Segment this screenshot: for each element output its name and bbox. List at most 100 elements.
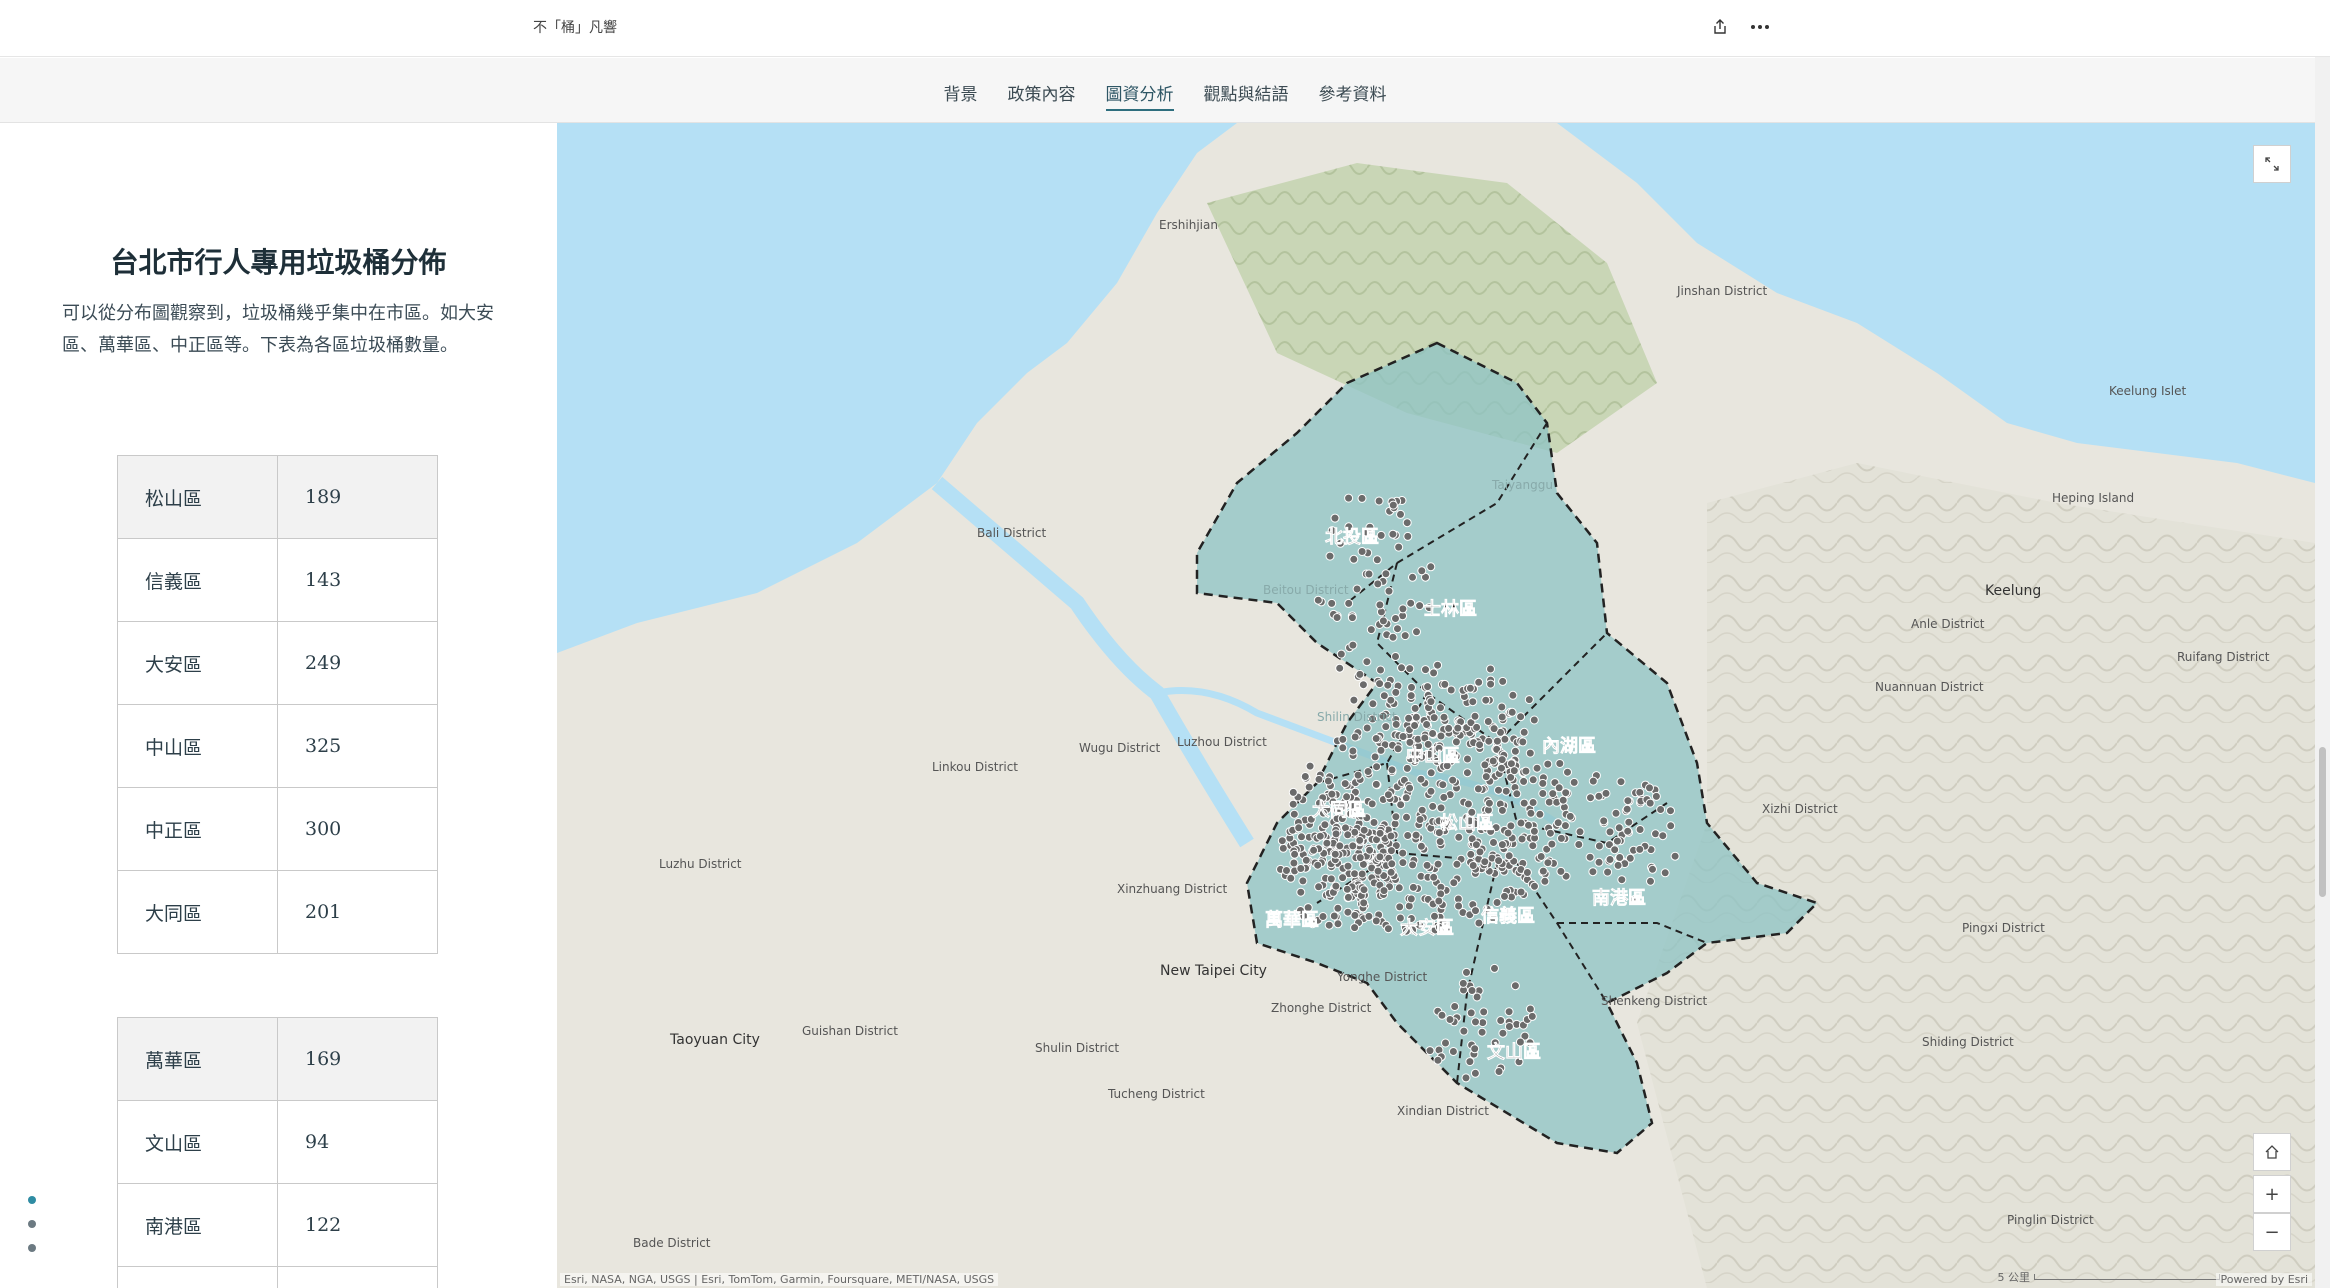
trash-bin-point[interactable] (1509, 766, 1519, 776)
trash-bin-point[interactable] (1357, 493, 1367, 503)
trash-bin-point[interactable] (1656, 805, 1666, 814)
trash-bin-point[interactable] (1405, 664, 1415, 674)
trash-bin-point[interactable] (1575, 827, 1585, 837)
trash-bin-point[interactable] (1536, 852, 1546, 861)
trash-bin-point[interactable] (1528, 841, 1538, 851)
trash-bin-point[interactable] (1543, 858, 1553, 868)
trash-bin-point[interactable] (1436, 731, 1446, 741)
trash-bin-point[interactable] (1278, 843, 1288, 853)
trash-bin-point[interactable] (1481, 772, 1491, 782)
trash-bin-point[interactable] (1527, 1011, 1537, 1021)
trash-bin-point[interactable] (1512, 789, 1522, 799)
trash-bin-point[interactable] (1429, 668, 1439, 678)
trash-bin-point[interactable] (1530, 881, 1539, 891)
trash-bin-point[interactable] (1497, 712, 1507, 722)
trash-bin-point[interactable] (1325, 551, 1335, 561)
trash-bin-point[interactable] (1535, 809, 1545, 819)
trash-bin-point[interactable] (1614, 823, 1624, 833)
trash-bin-point[interactable] (1349, 554, 1359, 564)
trash-bin-point[interactable] (1421, 665, 1430, 675)
trash-bin-point[interactable] (1408, 860, 1418, 870)
trash-bin-point[interactable] (1378, 616, 1388, 626)
trash-bin-point[interactable] (1545, 828, 1555, 838)
trash-bin-point[interactable] (1381, 569, 1391, 579)
trash-bin-point[interactable] (1497, 755, 1507, 765)
trash-bin-point[interactable] (1395, 902, 1405, 912)
trash-bin-point[interactable] (1433, 859, 1443, 869)
trash-bin-point[interactable] (1391, 687, 1401, 697)
trash-bin-point[interactable] (1393, 624, 1402, 634)
trash-bin-point[interactable] (1333, 903, 1343, 913)
trash-bin-point[interactable] (1436, 703, 1445, 713)
trash-bin-point[interactable] (1340, 779, 1350, 789)
trash-bin-point[interactable] (1446, 685, 1456, 695)
trash-bin-point[interactable] (1358, 680, 1368, 690)
trash-bin-point[interactable] (1528, 798, 1538, 807)
trash-bin-point[interactable] (1660, 868, 1670, 878)
trash-bin-point[interactable] (1666, 806, 1675, 816)
trash-bin-point[interactable] (1477, 1027, 1487, 1037)
trash-bin-point[interactable] (1429, 713, 1439, 723)
trash-bin-point[interactable] (1300, 772, 1310, 781)
trash-bin-point[interactable] (1344, 493, 1354, 503)
trash-bin-point[interactable] (1400, 631, 1410, 641)
trash-bin-point[interactable] (1386, 831, 1396, 841)
trash-bin-point[interactable] (1370, 752, 1380, 762)
trash-bin-point[interactable] (1417, 566, 1427, 576)
trash-bin-point[interactable] (1359, 898, 1369, 908)
trash-bin-point[interactable] (1289, 809, 1299, 819)
trash-bin-point[interactable] (1645, 783, 1654, 793)
trash-bin-point[interactable] (1543, 759, 1553, 769)
trash-bin-point[interactable] (1415, 815, 1425, 824)
trash-bin-point[interactable] (1352, 584, 1362, 594)
trash-bin-point[interactable] (1452, 859, 1462, 869)
trash-bin-point[interactable] (1489, 838, 1498, 847)
trash-bin-point[interactable] (1453, 723, 1463, 733)
trash-bin-point[interactable] (1475, 740, 1485, 750)
trash-bin-point[interactable] (1470, 1068, 1480, 1078)
trash-bin-point[interactable] (1416, 841, 1426, 851)
share-button[interactable] (1705, 12, 1735, 42)
fullscreen-button[interactable] (2253, 145, 2291, 183)
trash-bin-point[interactable] (1388, 500, 1398, 510)
trash-bin-point[interactable] (1398, 732, 1408, 741)
trash-bin-point[interactable] (1468, 697, 1478, 707)
trash-bin-point[interactable] (1516, 887, 1526, 897)
trash-bin-point[interactable] (1391, 614, 1400, 623)
trash-bin-point[interactable] (1324, 920, 1334, 930)
trash-bin-point[interactable] (1398, 848, 1408, 858)
trash-bin-point[interactable] (1363, 767, 1373, 776)
trash-bin-point[interactable] (1599, 816, 1609, 826)
trash-bin-point[interactable] (1371, 779, 1381, 789)
trash-bin-point[interactable] (1459, 1026, 1469, 1036)
trash-bin-point[interactable] (1553, 818, 1563, 828)
powered-by-esri[interactable]: Powered by Esri (2216, 1273, 2312, 1286)
trash-bin-point[interactable] (1658, 831, 1668, 841)
trash-bin-point[interactable] (1373, 579, 1383, 589)
trash-bin-point[interactable] (1357, 869, 1367, 879)
trash-bin-point[interactable] (1426, 768, 1436, 778)
trash-bin-point[interactable] (1613, 860, 1623, 870)
trash-bin-point[interactable] (1398, 858, 1408, 868)
trash-bin-point[interactable] (1393, 744, 1403, 754)
trash-bin-point[interactable] (1286, 873, 1296, 883)
trash-bin-point[interactable] (1349, 695, 1359, 705)
trash-bin-point[interactable] (1350, 923, 1360, 933)
trash-bin-point[interactable] (1436, 803, 1446, 813)
trash-bin-point[interactable] (1481, 695, 1491, 705)
trash-bin-point[interactable] (1450, 1002, 1460, 1011)
trash-bin-point[interactable] (1462, 967, 1471, 977)
trash-bin-point[interactable] (1391, 812, 1401, 822)
trash-bin-point[interactable] (1365, 845, 1375, 855)
trash-bin-point[interactable] (1544, 797, 1554, 807)
trash-bin-point[interactable] (1366, 625, 1376, 635)
trash-bin-point[interactable] (1388, 529, 1398, 539)
nav-item-references[interactable]: 參考資料 (1319, 80, 1387, 111)
trash-bin-point[interactable] (1603, 867, 1613, 877)
trash-bin-point[interactable] (1538, 778, 1548, 788)
trash-bin-point[interactable] (1362, 723, 1372, 733)
nav-item-background[interactable]: 背景 (944, 80, 978, 111)
trash-bin-point[interactable] (1471, 840, 1481, 850)
trash-bin-point[interactable] (1425, 1046, 1435, 1056)
trash-bin-point[interactable] (1355, 835, 1365, 845)
